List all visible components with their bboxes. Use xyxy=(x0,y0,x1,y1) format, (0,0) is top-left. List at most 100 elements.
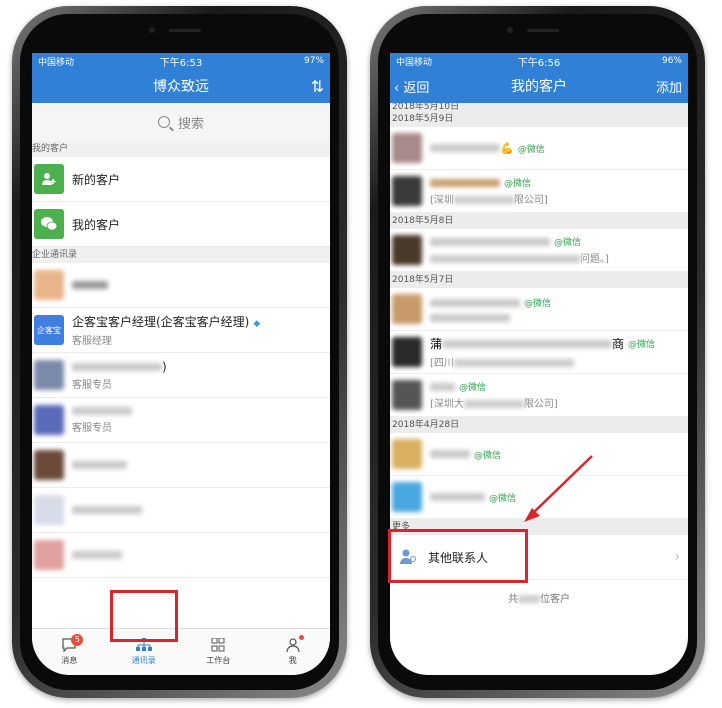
back-label: 返回 xyxy=(403,80,430,96)
notch xyxy=(462,20,613,50)
blurred-detail xyxy=(430,255,580,263)
search-icon xyxy=(157,116,170,128)
contact-item[interactable]: ) 客服专员 xyxy=(32,353,330,398)
blurred-name xyxy=(72,406,132,415)
notch xyxy=(104,20,255,50)
avatar: 企客宝 xyxy=(34,315,64,345)
notification-dot xyxy=(298,635,304,640)
blurred-name xyxy=(72,281,108,289)
wechat-tag: @微信 xyxy=(474,450,502,461)
tab-workbench[interactable]: 工作台 xyxy=(181,629,256,675)
customer-row[interactable]: @微信 问题。] xyxy=(390,229,688,272)
avatar xyxy=(392,235,422,265)
search-placeholder: 搜索 xyxy=(177,116,204,132)
contact-item[interactable] xyxy=(32,263,330,308)
date-header: 2018年5月10日 xyxy=(390,103,688,111)
avatar xyxy=(392,176,422,206)
new-customers-label: 新的客户 xyxy=(72,172,121,187)
contact-name: ) xyxy=(162,359,167,374)
name-prefix: 蒲 xyxy=(430,337,443,351)
blurred-name xyxy=(430,493,485,501)
time-label: 下午6:56 xyxy=(517,57,561,69)
contact-role: 客服专员 xyxy=(72,422,112,434)
filter-icon[interactable]: ⇅ xyxy=(311,77,324,96)
tab-messages[interactable]: 5 消息 xyxy=(32,629,107,675)
annotation-arrow xyxy=(524,455,593,522)
left-phone-frame: 中国移动 下午6:53 97% 博众致远 ⇅ 搜索 我的客户 新的客户 我的客户 xyxy=(12,6,347,698)
my-customers-label: 我的客户 xyxy=(72,217,121,232)
nav-bar: 博众致远 ⇅ xyxy=(32,69,330,103)
add-button[interactable]: 添加 xyxy=(656,77,682,96)
status-bar: 中国移动 下午6:53 97% xyxy=(32,53,330,69)
avatar xyxy=(34,270,64,300)
company-suffix: 限公司] xyxy=(513,195,548,206)
date-header: 2018年5月9日 xyxy=(390,111,688,127)
wechat-tag: @微信 xyxy=(459,383,487,393)
contact-item[interactable] xyxy=(32,488,330,533)
blurred-name xyxy=(430,144,500,152)
tab-label: 工作台 xyxy=(206,656,231,665)
tab-me[interactable]: 我 xyxy=(256,629,331,675)
company-prefix: [深圳 xyxy=(430,195,454,206)
blurred-name xyxy=(430,450,470,458)
blurred-name xyxy=(72,551,122,559)
verified-icon: ◆ xyxy=(253,319,261,329)
company-prefix: [深圳大 xyxy=(430,399,464,410)
contacts-tab-highlight xyxy=(110,590,178,642)
page-title: 我的客户 xyxy=(511,79,567,95)
section-header-my-customers: 我的客户 xyxy=(32,141,330,157)
blurred-name xyxy=(72,362,162,371)
name-suffix: 商 xyxy=(612,337,625,351)
page-title: 博众致远 xyxy=(153,79,209,95)
back-button[interactable]: ‹ 返回 xyxy=(394,77,429,96)
blurred-name xyxy=(72,461,127,469)
blurred-name xyxy=(430,237,550,246)
date-header: 2018年5月7日 xyxy=(390,272,688,288)
contact-item[interactable] xyxy=(32,533,330,578)
wechat-icon xyxy=(34,209,64,239)
footer-prefix: 共 xyxy=(508,594,518,605)
time-label: 下午6:53 xyxy=(159,57,203,69)
nav-bar: ‹ 返回 我的客户 添加 xyxy=(390,69,688,103)
detail-suffix: 问题。] xyxy=(580,254,609,265)
date-header: 2018年5月8日 xyxy=(390,213,688,229)
customer-row[interactable]: @微信 xyxy=(390,288,688,331)
new-customers-item[interactable]: 新的客户 xyxy=(32,157,330,202)
contact-item[interactable]: 客服专员 xyxy=(32,398,330,443)
wechat-tag: @微信 xyxy=(504,179,532,189)
wechat-tag: @微信 xyxy=(517,144,545,155)
customer-row[interactable]: @微信 [深圳大 限公司] xyxy=(390,374,688,417)
blurred-name xyxy=(72,506,142,514)
blurred-count xyxy=(518,595,540,603)
avatar xyxy=(34,540,64,570)
left-screen: 中国移动 下午6:53 97% 博众致远 ⇅ 搜索 我的客户 新的客户 我的客户 xyxy=(32,53,330,675)
detail-prefix: [四川 xyxy=(430,358,454,369)
search-bar[interactable]: 搜索 xyxy=(32,103,330,141)
customer-row[interactable]: @微信 [深圳 限公司] xyxy=(390,170,688,213)
avatar xyxy=(392,482,422,512)
company-suffix: 限公司] xyxy=(523,399,558,410)
footer-suffix: 位客户 xyxy=(540,594,570,605)
contact-role: 客服专员 xyxy=(72,379,112,391)
blurred-company xyxy=(463,400,524,408)
wechat-tag: @微信 xyxy=(554,238,582,248)
contact-item-kefu-manager[interactable]: 企客宝 企客宝客户经理(企客宝客户经理) ◆ 客服经理 xyxy=(32,308,330,353)
contact-item[interactable] xyxy=(32,443,330,488)
avatar xyxy=(392,337,422,367)
avatar xyxy=(34,495,64,525)
avatar xyxy=(34,405,64,435)
customer-row[interactable]: 💪 @微信 xyxy=(390,127,688,170)
chevron-left-icon: ‹ xyxy=(394,80,400,96)
section-header-enterprise: 企业通讯录 xyxy=(32,247,330,263)
tab-label: 通讯录 xyxy=(131,656,156,665)
customer-row[interactable]: 蒲 商 @微信 [四川 xyxy=(390,331,688,374)
tab-label: 我 xyxy=(288,656,297,665)
avatar xyxy=(392,380,422,410)
blurred-detail xyxy=(453,359,574,367)
customer-count-footer: 共 位客户 xyxy=(390,590,688,605)
my-customers-item[interactable]: 我的客户 xyxy=(32,202,330,247)
avatar xyxy=(392,133,422,163)
tab-bar: 5 消息 通讯录 工作台 我 xyxy=(32,628,330,675)
status-bar: 中国移动 下午6:56 96% xyxy=(390,53,688,69)
avatar xyxy=(392,439,422,469)
